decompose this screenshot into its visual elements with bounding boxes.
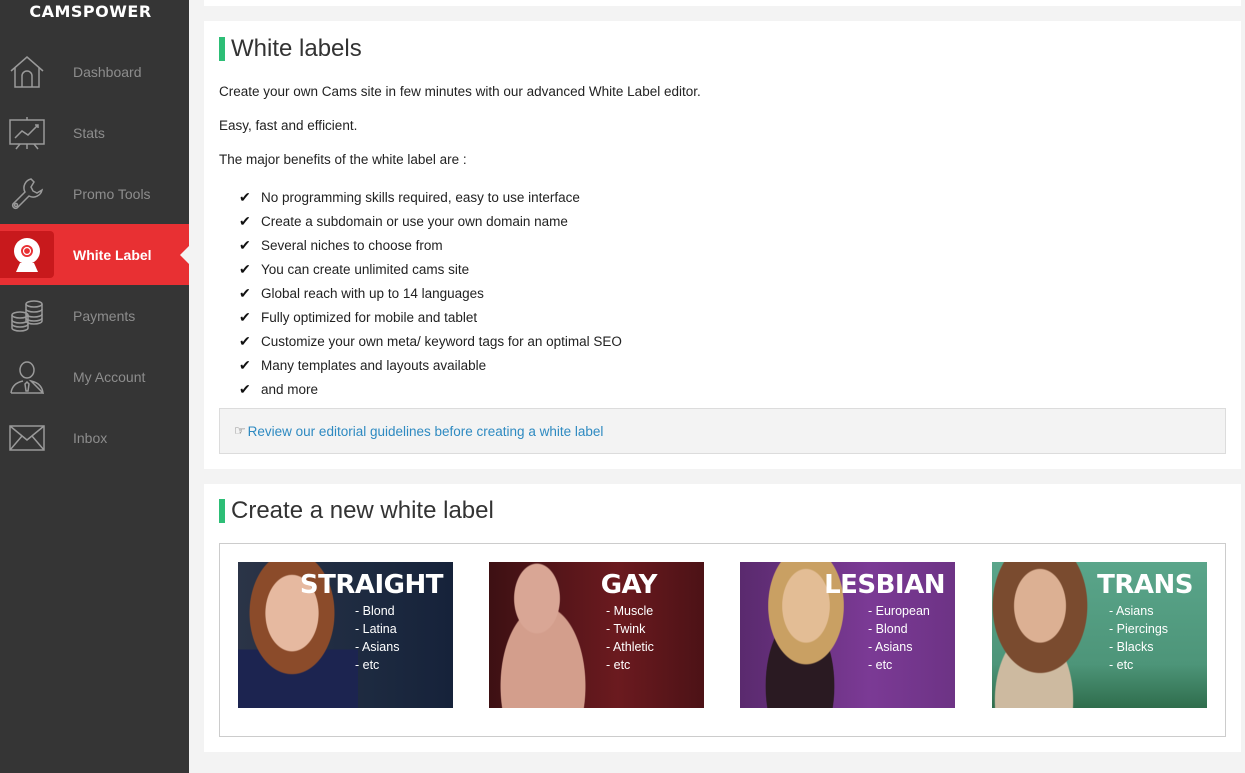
benefit-text: Customize your own meta/ keyword tags fo… bbox=[261, 333, 622, 349]
niche-card-gay[interactable]: GAY - Muscle - Twink - Athletic - etc bbox=[489, 562, 704, 708]
niche-item: - Piercings bbox=[1109, 622, 1169, 636]
niche-item: - Muscle bbox=[606, 604, 654, 618]
guidelines-notice: ☞ Review our editorial guidelines before… bbox=[219, 408, 1226, 454]
intro-text: Create your own Cams site in few minutes… bbox=[219, 84, 701, 99]
tagline-text: Easy, fast and efficient. bbox=[219, 118, 358, 133]
check-icon: ✔ bbox=[239, 380, 251, 397]
benefit-text: Several niches to choose from bbox=[261, 237, 443, 253]
niche-item: - Latina bbox=[355, 622, 397, 636]
niche-list: - Muscle - Twink - Athletic - etc bbox=[606, 602, 654, 674]
list-item: ✔ Several niches to choose from bbox=[239, 233, 622, 257]
list-item: ✔ Fully optimized for mobile and tablet bbox=[239, 305, 622, 329]
guidelines-link[interactable]: Review our editorial guidelines before c… bbox=[248, 424, 604, 439]
list-item: ✔ Many templates and layouts available bbox=[239, 353, 622, 377]
sidebar-item-label: Dashboard bbox=[73, 63, 142, 80]
wrench-icon bbox=[6, 173, 48, 215]
coins-icon bbox=[6, 295, 48, 337]
niche-title: GAY bbox=[600, 570, 658, 600]
niche-item: - Blacks bbox=[1109, 640, 1154, 654]
home-icon bbox=[6, 51, 48, 93]
sidebar: CAMSPOWER Dashboard Stats Promo Tools Wh… bbox=[0, 0, 189, 773]
check-icon: ✔ bbox=[239, 356, 251, 373]
create-white-label-panel: Create a new white label STRAIGHT - Blon… bbox=[204, 484, 1241, 752]
benefit-text: You can create unlimited cams site bbox=[261, 261, 470, 277]
niche-item: - Blond bbox=[355, 604, 395, 618]
sidebar-item-label: Payments bbox=[73, 307, 136, 324]
niche-title: STRAIGHT bbox=[299, 570, 444, 600]
benefits-intro: The major benefits of the white label ar… bbox=[219, 152, 467, 167]
sidebar-item-label: White Label bbox=[73, 246, 152, 263]
sidebar-item-my-account[interactable]: My Account bbox=[0, 346, 189, 407]
sidebar-item-inbox[interactable]: Inbox bbox=[0, 407, 189, 468]
niche-list: - Asians - Piercings - Blacks - etc bbox=[1109, 602, 1168, 674]
check-icon: ✔ bbox=[239, 236, 251, 253]
pointing-hand-icon: ☞ bbox=[234, 423, 246, 438]
niche-list: - European - Blond - Asians - etc bbox=[868, 602, 930, 674]
white-labels-panel: White labels Create your own Cams site i… bbox=[204, 21, 1241, 469]
niche-item: - Asians bbox=[355, 640, 400, 654]
niche-item: - Blond bbox=[868, 622, 908, 636]
sidebar-item-dashboard[interactable]: Dashboard bbox=[0, 41, 189, 102]
list-item: ✔ No programming skills required, easy to… bbox=[239, 185, 622, 209]
niche-item: - Asians bbox=[868, 640, 913, 654]
check-icon: ✔ bbox=[239, 212, 251, 229]
previous-panel-edge bbox=[204, 0, 1241, 6]
list-item: ✔ Customize your own meta/ keyword tags f… bbox=[239, 329, 622, 353]
check-icon: ✔ bbox=[239, 284, 251, 301]
list-item: ✔ and more bbox=[239, 377, 622, 401]
niche-item: - etc bbox=[868, 658, 893, 672]
niche-item: - etc bbox=[606, 658, 631, 672]
sidebar-item-stats[interactable]: Stats bbox=[0, 102, 189, 163]
webcam-icon bbox=[0, 231, 54, 278]
niche-card-lesbian[interactable]: LESBIAN - European - Blond - Asians - et… bbox=[740, 562, 955, 708]
niche-card-straight[interactable]: STRAIGHT - Blond - Latina - Asians - etc bbox=[238, 562, 453, 708]
benefit-text: Global reach with up to 14 languages bbox=[261, 285, 484, 301]
list-item: ✔ Create a subdomain or use your own doma… bbox=[239, 209, 622, 233]
check-icon: ✔ bbox=[239, 188, 251, 205]
benefit-text: Create a subdomain or use your own domai… bbox=[261, 213, 568, 229]
niche-item: - European bbox=[868, 604, 930, 618]
envelope-icon bbox=[6, 417, 48, 459]
user-icon bbox=[6, 356, 48, 398]
sidebar-item-white-label[interactable]: White Label bbox=[0, 224, 189, 285]
niche-item: - etc bbox=[355, 658, 380, 672]
sidebar-item-label: Promo Tools bbox=[73, 185, 151, 202]
logo[interactable]: CAMSPOWER bbox=[0, 2, 181, 21]
model-photo bbox=[489, 562, 609, 708]
active-pointer bbox=[180, 246, 189, 264]
section-title: White labels bbox=[219, 35, 362, 63]
check-icon: ✔ bbox=[239, 260, 251, 277]
benefits-list: ✔ No programming skills required, easy to… bbox=[239, 185, 622, 401]
sidebar-item-label: Inbox bbox=[73, 429, 108, 446]
benefit-text: No programming skills required, easy to … bbox=[261, 189, 580, 205]
sidebar-item-promo-tools[interactable]: Promo Tools bbox=[0, 163, 189, 224]
list-item: ✔ You can create unlimited cams site bbox=[239, 257, 622, 281]
chart-board-icon bbox=[6, 112, 48, 154]
niche-title: LESBIAN bbox=[824, 570, 945, 600]
niche-cards: STRAIGHT - Blond - Latina - Asians - etc… bbox=[219, 543, 1226, 737]
sidebar-item-payments[interactable]: Payments bbox=[0, 285, 189, 346]
section-title: Create a new white label bbox=[219, 497, 494, 525]
niche-title: TRANS bbox=[1097, 570, 1193, 600]
niche-card-trans[interactable]: TRANS - Asians - Piercings - Blacks - et… bbox=[992, 562, 1207, 708]
niche-item: - etc bbox=[1109, 658, 1134, 672]
list-item: ✔ Global reach with up to 14 languages bbox=[239, 281, 622, 305]
sidebar-item-label: Stats bbox=[73, 124, 105, 141]
sidebar-item-label: My Account bbox=[73, 368, 146, 385]
benefit-text: Fully optimized for mobile and tablet bbox=[261, 309, 478, 325]
model-photo bbox=[992, 562, 1112, 708]
check-icon: ✔ bbox=[239, 308, 251, 325]
niche-list: - Blond - Latina - Asians - etc bbox=[355, 602, 399, 674]
niche-item: - Asians bbox=[1109, 604, 1154, 618]
niche-item: - Athletic bbox=[606, 640, 654, 654]
benefit-text: and more bbox=[261, 381, 319, 397]
check-icon: ✔ bbox=[239, 332, 251, 349]
benefit-text: Many templates and layouts available bbox=[261, 357, 487, 373]
niche-item: - Twink bbox=[606, 622, 646, 636]
